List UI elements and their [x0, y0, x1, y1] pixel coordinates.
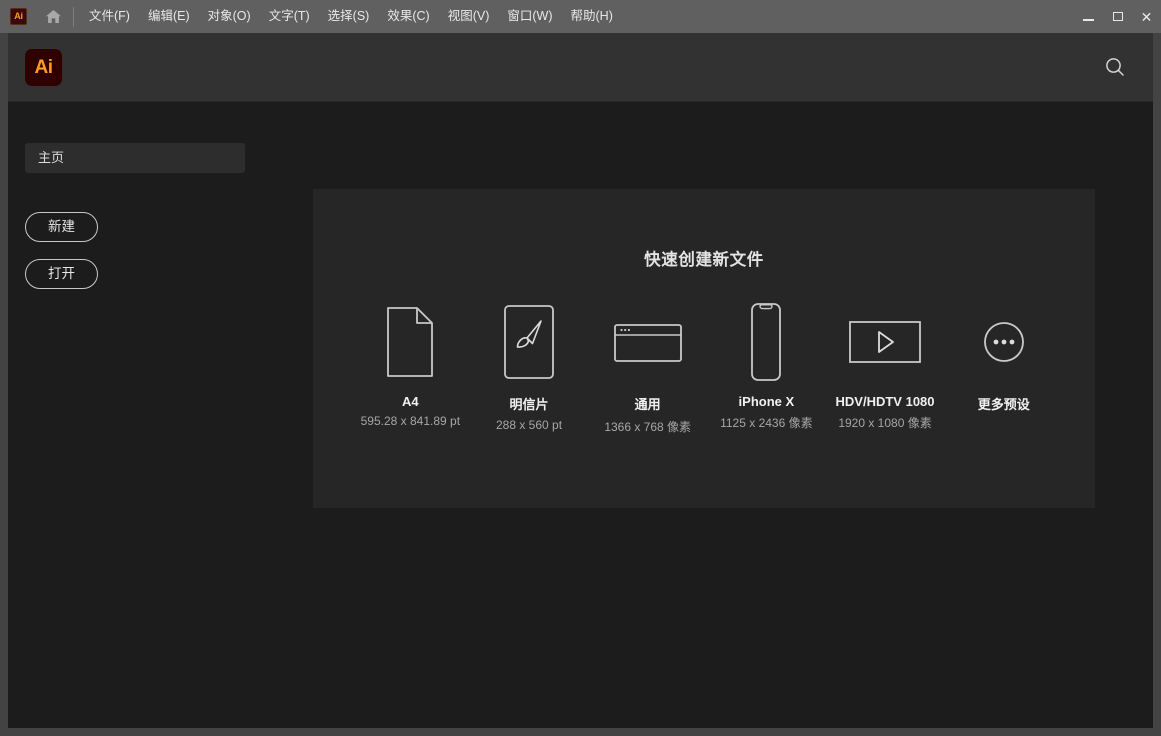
video-play-icon: [848, 299, 922, 385]
open-button[interactable]: 打开: [25, 259, 98, 289]
titlebar-separator: [73, 6, 74, 27]
menu-bar: 文件(F) 编辑(E) 对象(O) 文字(T) 选择(S) 效果(C) 视图(V…: [80, 0, 622, 33]
preset-dimensions: 288 x 560 pt: [495, 418, 563, 432]
mobile-phone-icon: [744, 299, 788, 385]
preset-card-hdv-hdtv-1080[interactable]: HDV/HDTV 1080 1920 x 1080 像素: [826, 299, 945, 431]
paintbrush-icon: [503, 299, 555, 385]
preset-card-a4[interactable]: A4 595.28 x 841.89 pt: [351, 299, 470, 428]
preset-card-iphone-x[interactable]: iPhone X 1125 x 2436 像素: [707, 299, 826, 431]
preset-card-web[interactable]: 通用 1366 x 768 像素: [588, 299, 707, 435]
preset-dimensions: 1366 x 768 像素: [604, 420, 692, 434]
window-controls: ✕: [1074, 0, 1161, 33]
quick-create-panel: 快速创建新文件 A4 595.28 x 841.89 pt 明信片 288 x …: [313, 189, 1095, 508]
menu-help[interactable]: 帮助(H): [562, 0, 622, 33]
preset-label: A4: [402, 394, 419, 409]
close-button[interactable]: ✕: [1132, 0, 1161, 33]
menu-view[interactable]: 视图(V): [439, 0, 499, 33]
menu-file[interactable]: 文件(F): [80, 0, 139, 33]
menu-edit[interactable]: 编辑(E): [139, 0, 199, 33]
maximize-button[interactable]: [1103, 0, 1132, 33]
menu-select[interactable]: 选择(S): [319, 0, 379, 33]
illustrator-logo: Ai: [25, 49, 62, 86]
preset-label: 通用: [634, 397, 661, 412]
menu-window[interactable]: 窗口(W): [498, 0, 561, 33]
search-button[interactable]: [1098, 50, 1132, 84]
preset-label: iPhone X: [738, 394, 795, 409]
illustrator-window: Ai 文件(F) 编辑(E) 对象(O) 文字(T) 选择(S) 效果(C) 视…: [0, 0, 1161, 736]
browser-window-icon: [613, 299, 683, 385]
preset-label: HDV/HDTV 1080: [835, 394, 935, 409]
home-icon[interactable]: [35, 0, 71, 33]
content-area: 主页 新建 打开 快速创建新文件 A4 595.28 x 841.89 pt 明…: [8, 102, 1153, 728]
maximize-icon: [1112, 12, 1123, 21]
search-icon: [1106, 58, 1124, 76]
menu-type[interactable]: 文字(T): [260, 0, 319, 33]
sidebar: 主页 新建 打开: [8, 102, 313, 728]
title-bar: Ai 文件(F) 编辑(E) 对象(O) 文字(T) 选择(S) 效果(C) 视…: [0, 0, 1161, 33]
sidebar-item-home[interactable]: 主页: [25, 143, 245, 173]
preset-card-postcard[interactable]: 明信片 288 x 560 pt: [470, 299, 589, 432]
preset-dimensions: 1125 x 2436 像素: [720, 416, 813, 430]
panel-title: 快速创建新文件: [644, 251, 764, 269]
preset-label: 更多预设: [977, 397, 1030, 412]
preset-dimensions: 1920 x 1080 像素: [838, 416, 932, 430]
menu-object[interactable]: 对象(O): [199, 0, 260, 33]
preset-dimensions: 595.28 x 841.89 pt: [360, 414, 461, 428]
illustrator-ai-icon: Ai: [10, 8, 27, 25]
preset-list: A4 595.28 x 841.89 pt 明信片 288 x 560 pt 通…: [351, 299, 1063, 435]
menu-effect[interactable]: 效果(C): [378, 0, 438, 33]
app-header: Ai: [8, 33, 1153, 102]
new-button[interactable]: 新建: [25, 212, 98, 242]
minimize-button[interactable]: [1074, 0, 1103, 33]
document-page-icon: [386, 299, 434, 385]
preset-card-more-presets[interactable]: 更多预设: [944, 299, 1063, 418]
minimize-icon: [1083, 18, 1094, 21]
ellipsis-circle-icon: [983, 299, 1025, 385]
preset-label: 明信片: [509, 397, 549, 412]
close-icon: ✕: [1140, 8, 1153, 25]
